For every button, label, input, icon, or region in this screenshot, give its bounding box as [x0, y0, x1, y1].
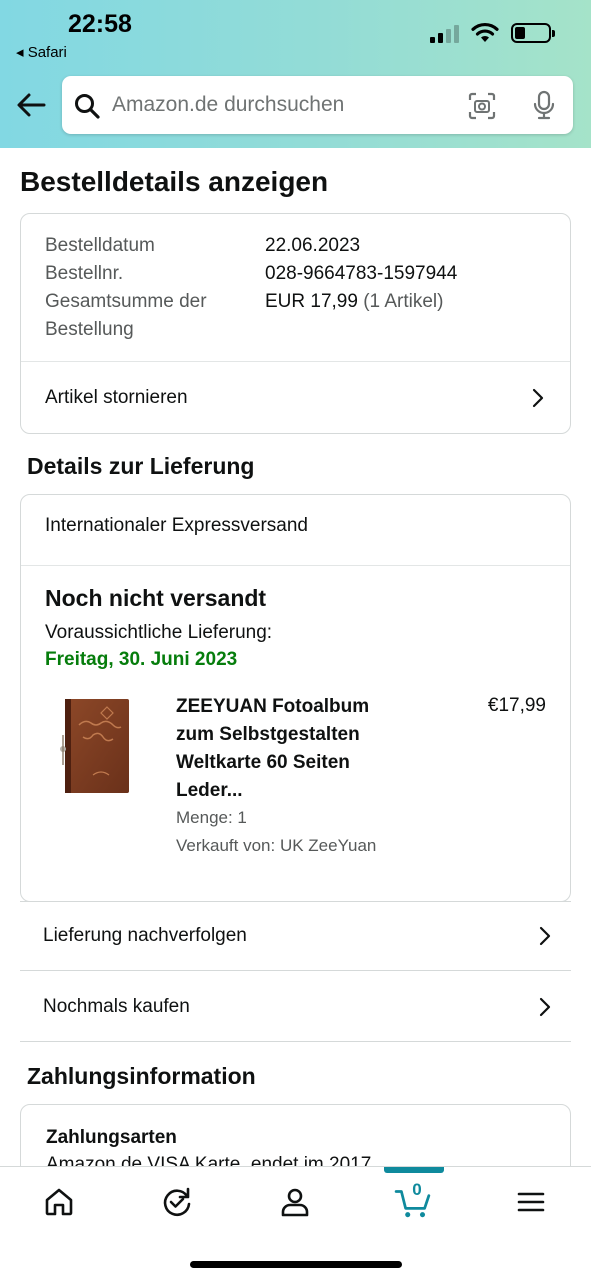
back-to-safari-link[interactable]: ◂ Safari	[16, 43, 67, 61]
order-date-label: Bestelldatum	[45, 235, 155, 256]
wifi-icon	[471, 22, 499, 42]
home-indicator[interactable]	[190, 1261, 402, 1268]
expected-delivery-date: Freitag, 30. Juni 2023	[45, 649, 238, 670]
back-arrow-icon[interactable]	[14, 88, 48, 122]
tab-cart[interactable]	[354, 1167, 472, 1237]
divider	[21, 565, 570, 566]
search-input[interactable]	[112, 76, 462, 134]
track-delivery-label: Lieferung nachverfolgen	[43, 925, 247, 946]
buy-again-button[interactable]: Nochmals kaufen	[20, 972, 571, 1042]
order-item-count: (1 Artikel)	[363, 291, 444, 312]
hamburger-menu-icon	[517, 1192, 545, 1212]
tab-account[interactable]	[236, 1167, 354, 1237]
order-summary-card: Bestelldatum 22.06.2023 Bestellnr. 028-9…	[20, 213, 571, 434]
product-price: €17,99	[487, 695, 546, 716]
chevron-right-icon	[532, 388, 544, 408]
order-total-label-line1: Gesamtsumme der	[45, 291, 207, 312]
chevron-right-icon	[539, 997, 551, 1016]
product-quantity: Menge: 1	[176, 808, 247, 827]
payment-methods-heading: Zahlungsarten	[46, 1127, 177, 1148]
shipping-method: Internationaler Expressversand	[45, 515, 308, 536]
microphone-icon[interactable]	[530, 90, 558, 120]
search-icon[interactable]	[74, 93, 100, 119]
cancel-items-label: Artikel stornieren	[45, 387, 188, 408]
cellular-signal-icon	[430, 23, 459, 43]
home-icon	[45, 1188, 73, 1216]
tab-menu[interactable]	[472, 1167, 590, 1237]
product-title-link[interactable]: ZEEYUAN Fotoalbum zum Selbstgestalten We…	[176, 693, 406, 805]
expected-delivery-label: Voraussichtliche Lieferung:	[45, 622, 273, 643]
page-title: Bestelldetails anzeigen	[20, 166, 329, 197]
search-bar[interactable]	[62, 76, 573, 134]
status-time: 22:58	[68, 10, 132, 38]
camera-scan-icon[interactable]	[468, 92, 496, 120]
refresh-check-icon	[163, 1187, 191, 1217]
order-total-amount: EUR 17,99	[265, 291, 358, 312]
chevron-right-icon	[539, 926, 551, 946]
order-date-value: 22.06.2023	[265, 235, 361, 256]
delivery-section-title: Details zur Lieferung	[27, 453, 255, 479]
status-icons	[430, 22, 555, 44]
order-total-label-line2: Bestellung	[45, 319, 134, 340]
payment-section-title: Zahlungsinformation	[27, 1063, 256, 1089]
delivery-card: Internationaler Expressversand Noch nich…	[20, 494, 571, 902]
user-icon	[281, 1188, 309, 1217]
tab-home[interactable]	[0, 1167, 118, 1237]
app-header: 22:58 ◂ Safari	[0, 0, 591, 148]
shipment-status: Noch nicht versandt	[45, 585, 267, 611]
cancel-items-button[interactable]: Artikel stornieren	[21, 362, 570, 433]
product-image[interactable]	[55, 695, 135, 799]
order-number-value: 028-9664783-1597944	[265, 263, 458, 284]
order-total-value: EUR 17,99 (1 Artikel)	[265, 288, 443, 316]
product-seller: Verkauft von: UK ZeeYuan	[176, 836, 377, 855]
tab-reorder[interactable]	[118, 1167, 236, 1237]
active-tab-indicator	[384, 1167, 444, 1173]
cart-count-badge: 0	[412, 1180, 422, 1199]
battery-icon	[511, 23, 555, 43]
order-number-label: Bestellnr.	[45, 263, 124, 284]
buy-again-label: Nochmals kaufen	[43, 995, 190, 1017]
track-delivery-button[interactable]: Lieferung nachverfolgen	[20, 901, 571, 971]
